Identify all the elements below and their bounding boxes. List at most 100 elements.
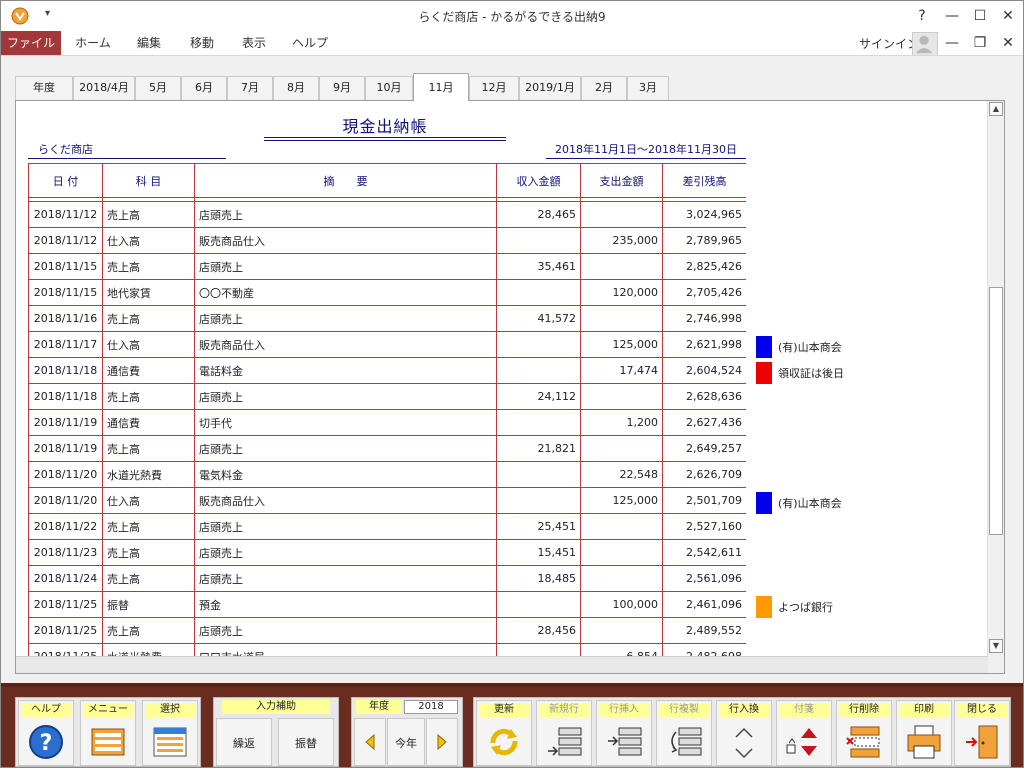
tab-12[interactable]: 12月 xyxy=(469,76,519,100)
year-next-button[interactable] xyxy=(426,718,458,766)
table-row[interactable]: 2018/11/12 仕入高 販売商品仕入 235,000 2,789,965 xyxy=(28,227,746,254)
cell-balance[interactable]: 2,628,636 xyxy=(662,383,746,410)
cell-date[interactable]: 2018/11/25 xyxy=(28,617,103,644)
cell-expense[interactable]: 22,548 xyxy=(580,461,663,488)
cell-account[interactable]: 売上高 xyxy=(102,435,195,462)
scroll-up-icon[interactable]: ▲ xyxy=(989,102,1003,116)
cell-account[interactable]: 売上高 xyxy=(102,617,195,644)
cell-account[interactable]: 売上高 xyxy=(102,201,195,228)
cell-memo[interactable]: 店頭売上 xyxy=(194,201,497,228)
close-screen-button[interactable]: 閉じる xyxy=(954,700,1010,766)
cell-memo[interactable]: 販売商品仕入 xyxy=(194,227,497,254)
new-row-button[interactable]: 新規行 xyxy=(536,700,592,766)
tab-03[interactable]: 3月 xyxy=(627,76,669,100)
table-row[interactable]: 2018/11/24 売上高 店頭売上 18,485 2,561,096 xyxy=(28,565,746,592)
cell-balance[interactable]: 2,489,552 xyxy=(662,617,746,644)
cell-income[interactable] xyxy=(496,487,581,514)
cell-memo[interactable]: 店頭売上 xyxy=(194,305,497,332)
cell-date[interactable]: 2018/11/17 xyxy=(28,331,103,358)
cell-balance[interactable]: 2,621,998 xyxy=(662,331,746,358)
cell-date[interactable]: 2018/11/18 xyxy=(28,383,103,410)
cell-memo[interactable]: 販売商品仕入 xyxy=(194,487,497,514)
header-account[interactable]: 科 目 xyxy=(102,163,195,198)
cell-expense[interactable] xyxy=(580,305,663,332)
cell-income[interactable]: 28,456 xyxy=(496,617,581,644)
cell-income[interactable]: 35,461 xyxy=(496,253,581,280)
cell-memo[interactable]: 店頭売上 xyxy=(194,539,497,566)
table-row[interactable]: 2018/11/25 振替 預金 100,000 2,461,096 xyxy=(28,591,746,618)
cell-date[interactable]: 2018/11/24 xyxy=(28,565,103,592)
tab-07[interactable]: 7月 xyxy=(227,76,273,100)
menu-move[interactable]: 移動 xyxy=(177,31,227,55)
cell-memo[interactable]: 〇〇不動産 xyxy=(194,279,497,306)
avatar[interactable] xyxy=(912,32,938,56)
header-expense[interactable]: 支出金額 xyxy=(580,163,663,198)
cell-date[interactable]: 2018/11/23 xyxy=(28,539,103,566)
header-balance[interactable]: 差引残高 xyxy=(662,163,746,198)
copy-row-button[interactable]: 行複製 xyxy=(656,700,712,766)
cell-memo[interactable]: 電話料金 xyxy=(194,357,497,384)
tab-11[interactable]: 11月 xyxy=(413,73,469,101)
table-row[interactable]: 2018/11/16 売上高 店頭売上 41,572 2,746,998 xyxy=(28,305,746,332)
tab-02[interactable]: 2月 xyxy=(581,76,627,100)
minimize-button[interactable]: — xyxy=(937,4,967,28)
cell-expense[interactable]: 1,200 xyxy=(580,409,663,436)
cell-date[interactable]: 2018/11/25 xyxy=(28,591,103,618)
cell-income[interactable] xyxy=(496,357,581,384)
cell-date[interactable]: 2018/11/19 xyxy=(28,435,103,462)
cell-date[interactable]: 2018/11/22 xyxy=(28,513,103,540)
cell-date[interactable]: 2018/11/12 xyxy=(28,201,103,228)
table-row[interactable]: 2018/11/19 通信費 切手代 1,200 2,627,436 xyxy=(28,409,746,436)
cell-balance[interactable]: 3,024,965 xyxy=(662,201,746,228)
tab-fiscal-year[interactable]: 年度 xyxy=(15,76,73,100)
cell-income[interactable]: 41,572 xyxy=(496,305,581,332)
cell-balance[interactable]: 2,542,611 xyxy=(662,539,746,566)
cell-memo[interactable]: 店頭売上 xyxy=(194,565,497,592)
sticky-note-button[interactable]: 付箋 xyxy=(776,700,832,766)
cell-account[interactable]: 仕入高 xyxy=(102,227,195,254)
cell-account[interactable]: 売上高 xyxy=(102,253,195,280)
cell-account[interactable]: 水道光熱費 xyxy=(102,461,195,488)
cell-balance[interactable]: 2,789,965 xyxy=(662,227,746,254)
cell-memo[interactable]: 電気料金 xyxy=(194,461,497,488)
cell-balance[interactable]: 2,626,709 xyxy=(662,461,746,488)
cell-income[interactable]: 24,112 xyxy=(496,383,581,410)
swap-row-button[interactable]: 行入換 xyxy=(716,700,772,766)
cell-balance[interactable]: 2,461,096 xyxy=(662,591,746,618)
help-button[interactable]: ヘルプ ? xyxy=(18,700,74,766)
cell-balance[interactable]: 2,649,257 xyxy=(662,435,746,462)
cell-expense[interactable] xyxy=(580,253,663,280)
insert-row-button[interactable]: 行挿入 xyxy=(596,700,652,766)
cell-balance[interactable]: 2,705,426 xyxy=(662,279,746,306)
close-button[interactable]: ✕ xyxy=(993,4,1023,28)
sticky-note[interactable]: (有)山本商会 xyxy=(754,333,980,359)
scroll-down-icon[interactable]: ▼ xyxy=(989,639,1003,653)
table-row[interactable]: 2018/11/25 売上高 店頭売上 28,456 2,489,552 xyxy=(28,617,746,644)
table-row[interactable]: 2018/11/15 売上高 店頭売上 35,461 2,825,426 xyxy=(28,253,746,280)
cell-balance[interactable]: 2,482,698 xyxy=(662,643,746,657)
cell-expense[interactable]: 120,000 xyxy=(580,279,663,306)
cell-memo[interactable]: 切手代 xyxy=(194,409,497,436)
year-value-field[interactable]: 2018 xyxy=(404,700,458,714)
table-row[interactable]: 2018/11/25 水道光熱費 口口市水道局 6,854 2,482,698 xyxy=(28,643,746,657)
cell-memo[interactable]: 店頭売上 xyxy=(194,253,497,280)
cell-account[interactable]: 売上高 xyxy=(102,539,195,566)
menu-view[interactable]: 表示 xyxy=(229,31,279,55)
update-button[interactable]: 更新 xyxy=(476,700,532,766)
cell-account[interactable]: 通信費 xyxy=(102,357,195,384)
cell-date[interactable]: 2018/11/12 xyxy=(28,227,103,254)
cell-balance[interactable]: 2,627,436 xyxy=(662,409,746,436)
cell-income[interactable] xyxy=(496,227,581,254)
cell-expense[interactable] xyxy=(580,539,663,566)
header-memo[interactable]: 摘 要 xyxy=(194,163,497,198)
cell-balance[interactable]: 2,501,709 xyxy=(662,487,746,514)
help-icon[interactable]: ? xyxy=(907,4,937,28)
header-income[interactable]: 収入金額 xyxy=(496,163,581,198)
select-button[interactable]: 選択 xyxy=(142,700,198,766)
sticky-note[interactable]: (有)山本商会 xyxy=(754,489,980,515)
cell-income[interactable]: 25,451 xyxy=(496,513,581,540)
cell-balance[interactable]: 2,746,998 xyxy=(662,305,746,332)
cell-account[interactable]: 通信費 xyxy=(102,409,195,436)
sign-in-link[interactable]: サインイン xyxy=(859,35,919,52)
cell-date[interactable]: 2018/11/16 xyxy=(28,305,103,332)
